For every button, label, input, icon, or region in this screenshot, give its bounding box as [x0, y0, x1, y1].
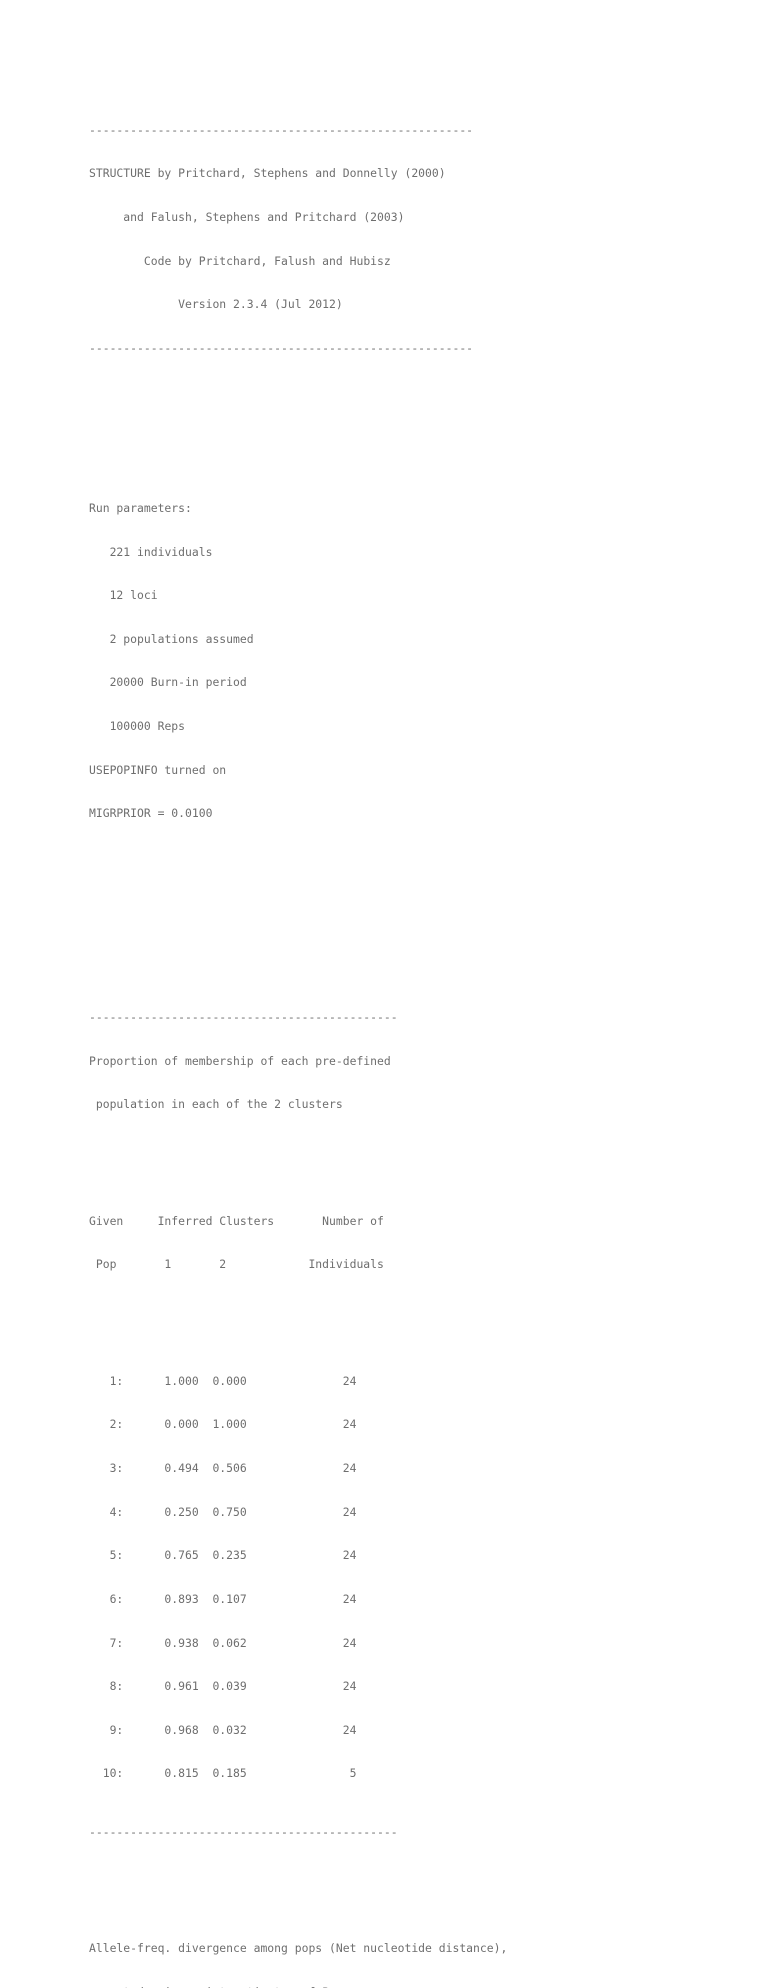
param-burnin: 20000 Burn-in period	[89, 675, 542, 690]
param-populations-text: 2 populations assumed	[109, 631, 254, 646]
header-rule-bottom: ----------------------------------------…	[89, 340, 474, 355]
table-row: 4: 0.250 0.750 24	[89, 1504, 357, 1519]
membership-column-header-2: Pop 1 2 Individuals	[89, 1257, 384, 1272]
table-row: 6: 0.893 0.107 24	[89, 1591, 357, 1606]
param-burnin-text: 20000 Burn-in period	[109, 675, 247, 690]
param-individuals-text: 221 individuals	[109, 544, 213, 559]
table-row: 9: 0.968 0.032 24	[89, 1722, 357, 1737]
param-reps: 100000 Reps	[89, 719, 542, 734]
table-row: 3: 0.494 0.506 24	[89, 1460, 357, 1475]
membership-rule-bottom: ----------------------------------------…	[89, 1824, 398, 1839]
param-migrprior: MIGRPRIOR = 0.0100	[89, 806, 213, 821]
membership-rule-top: ----------------------------------------…	[89, 1010, 398, 1024]
divergence-title-line-1: Allele-freq. divergence among pops (Net …	[89, 1941, 508, 1955]
table-row: 5: 0.765 0.235 24	[89, 1548, 357, 1563]
table-row: 10: 0.815 0.185 5	[89, 1766, 357, 1781]
membership-column-header-1: Given Inferred Clusters Number of	[89, 1213, 384, 1228]
param-usepopinfo: USEPOPINFO turned on	[89, 762, 227, 777]
divergence-title-line-2: computed using point estimates of P.	[89, 1985, 542, 1988]
param-populations: 2 populations assumed	[89, 632, 542, 647]
membership-title-line-2: population in each of the 2 clusters	[89, 1097, 343, 1112]
version-text: Version 2.3.4 (Jul 2012)	[178, 297, 343, 312]
version-line: Version 2.3.4 (Jul 2012)	[89, 297, 542, 312]
code-credit-text: Code by Pritchard, Falush and Hubisz	[143, 253, 391, 268]
param-loci: 12 loci	[89, 588, 542, 603]
structure-output-text: ----------------------------------------…	[89, 79, 542, 1988]
table-row: 1: 1.000 0.000 24	[89, 1373, 357, 1388]
table-row: 2: 0.000 1.000 24	[89, 1417, 357, 1432]
authors-line: and Falush, Stephens and Pritchard (2003…	[89, 210, 542, 225]
table-row: 7: 0.938 0.062 24	[89, 1635, 357, 1650]
param-individuals: 221 individuals	[89, 545, 542, 560]
membership-title-line-1: Proportion of membership of each pre-def…	[89, 1053, 391, 1068]
program-title-line: STRUCTURE by Pritchard, Stephens and Don…	[89, 166, 446, 181]
header-rule-top: ----------------------------------------…	[89, 122, 474, 137]
param-reps-text: 100000 Reps	[109, 719, 186, 734]
authors-text: and Falush, Stephens and Pritchard (2003…	[123, 209, 405, 224]
code-credit-line: Code by Pritchard, Falush and Hubisz	[89, 254, 542, 269]
table-row: 8: 0.961 0.039 24	[89, 1679, 357, 1694]
param-loci-text: 12 loci	[109, 588, 158, 603]
run-parameters-heading: Run parameters:	[89, 500, 192, 515]
